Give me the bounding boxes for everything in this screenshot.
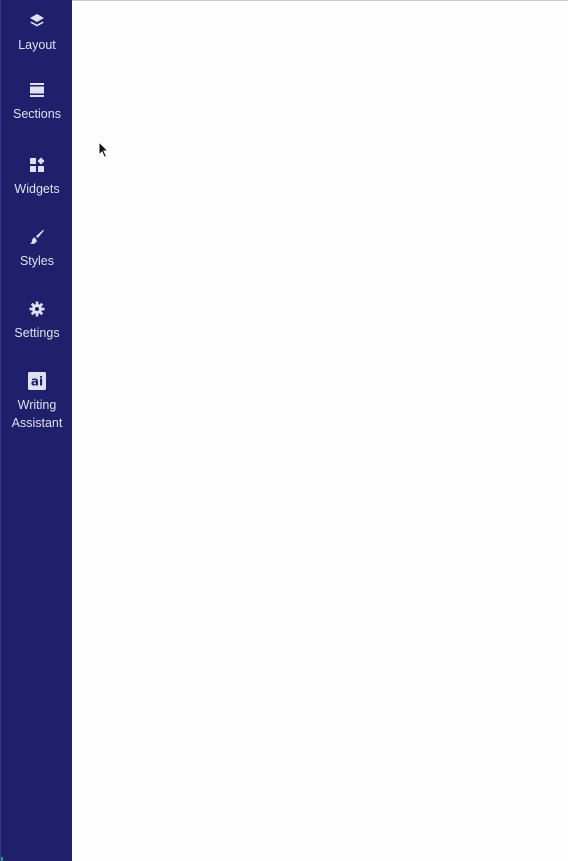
sidebar-item-widgets[interactable]: Widgets xyxy=(1,156,73,198)
sections-icon xyxy=(28,81,46,99)
sidebar-item-label: Writing Assistant xyxy=(11,398,63,430)
sidebar-item-styles[interactable]: Styles xyxy=(1,228,73,270)
sidebar-item-layout[interactable]: Layout xyxy=(1,12,73,54)
sidebar-item-writing-assistant[interactable]: ai Writing Assistant xyxy=(1,372,73,432)
sidebar-item-sections[interactable]: Sections xyxy=(1,81,73,123)
sidebar-item-label: Settings xyxy=(14,326,60,340)
sidebar-accent xyxy=(1,857,3,861)
sidebar-item-label: Widgets xyxy=(14,182,60,196)
gear-icon xyxy=(28,300,46,318)
sidebar: Layout Sections Widgets Styles Settings … xyxy=(0,0,72,861)
widgets-icon xyxy=(28,156,46,174)
sidebar-item-label: Sections xyxy=(13,107,61,121)
brush-icon xyxy=(28,228,46,246)
layers-icon xyxy=(28,12,46,30)
mouse-cursor-icon xyxy=(98,141,110,159)
ai-icon: ai xyxy=(28,372,46,390)
sidebar-item-label: Layout xyxy=(18,38,56,52)
editor-canvas[interactable] xyxy=(72,1,568,861)
sidebar-item-settings[interactable]: Settings xyxy=(1,300,73,342)
svg-text:ai: ai xyxy=(31,375,43,389)
sidebar-item-label: Styles xyxy=(19,254,55,268)
